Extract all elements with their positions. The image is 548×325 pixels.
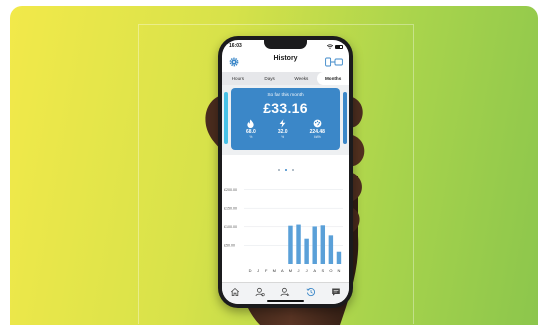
- carousel-dots: [222, 169, 349, 171]
- tab-hours[interactable]: Hours: [222, 72, 254, 85]
- hero-background: 16:03 History Hours Days Weeks Months So…: [10, 6, 538, 325]
- home-icon: [230, 287, 239, 296]
- bar-a-8[interactable]: [312, 226, 317, 264]
- x-tick-label: J: [306, 268, 308, 273]
- nav-profile[interactable]: [280, 287, 291, 298]
- tab-days[interactable]: Days: [254, 72, 286, 85]
- app-header: History: [222, 53, 349, 67]
- status-time: 16:03: [229, 43, 242, 49]
- nav-messages[interactable]: [331, 287, 342, 298]
- x-tick-label: S: [321, 268, 324, 273]
- chat-icon: [332, 288, 341, 296]
- gas-unit: %: [249, 135, 253, 139]
- energy-stat: 224.48 kWh: [310, 119, 325, 139]
- x-tick-label: J: [298, 268, 300, 273]
- nav-account[interactable]: [255, 287, 266, 298]
- summary-stats: 68.0 % 32.0 % 224.48 kWh: [231, 119, 340, 139]
- previous-card-edge[interactable]: [224, 92, 228, 144]
- tab-weeks[interactable]: Weeks: [286, 72, 318, 85]
- summary-subtitle: So far this month: [267, 93, 304, 98]
- y-tick-label: £100.00: [224, 225, 237, 229]
- x-tick-label: N: [338, 268, 341, 273]
- y-tick-label: £150.00: [224, 206, 237, 210]
- gauge-icon: [313, 119, 322, 128]
- next-card-edge[interactable]: [343, 92, 347, 144]
- nav-home[interactable]: [229, 287, 240, 298]
- bar-j-6[interactable]: [296, 224, 301, 264]
- bar-m-5[interactable]: [288, 225, 293, 264]
- x-tick-label: A: [281, 268, 284, 273]
- electricity-stat: 32.0 %: [278, 119, 288, 139]
- phone-device: 16:03 History Hours Days Weeks Months So…: [218, 36, 353, 308]
- x-tick-label: D: [249, 268, 252, 273]
- user-settings-icon: [281, 287, 290, 297]
- bar-n-11[interactable]: [336, 251, 342, 264]
- carousel-dot-active[interactable]: [284, 169, 287, 171]
- nav-history[interactable]: [305, 287, 316, 298]
- x-tick-label: J: [257, 268, 259, 273]
- energy-unit: kWh: [314, 135, 321, 139]
- bar-j-7[interactable]: [304, 238, 309, 264]
- x-tick-label: F: [265, 268, 268, 273]
- battery-icon: [335, 45, 343, 49]
- bar-s-9[interactable]: [320, 225, 326, 264]
- gas-stat: 68.0 %: [246, 119, 256, 139]
- y-tick-label: £200.00: [224, 188, 237, 192]
- monthly-cost-chart: £50.00£100.00£150.00£200.00D J F M A M J J A S O N: [224, 188, 343, 273]
- flame-icon: [247, 119, 255, 128]
- carousel-dot[interactable]: [291, 169, 294, 171]
- plug-device-icon[interactable]: [325, 54, 343, 67]
- lightning-icon: [279, 119, 286, 128]
- wifi-icon: [326, 43, 334, 51]
- electricity-unit: %: [281, 135, 285, 139]
- x-tick-label: M: [273, 268, 276, 273]
- carousel-dot[interactable]: [277, 169, 280, 171]
- summary-amount: £33.16: [263, 100, 308, 116]
- summary-card: So far this month £33.16 68.0 % 32.0 % 2…: [231, 88, 340, 150]
- period-tabs: Hours Days Weeks Months: [222, 72, 349, 85]
- bar-o-10[interactable]: [328, 235, 334, 264]
- y-tick-label: £50.00: [224, 244, 235, 248]
- x-tick-label: M: [289, 268, 292, 273]
- x-tick-label: O: [329, 268, 332, 273]
- phone-notch: [264, 40, 307, 49]
- history-icon: [306, 288, 315, 297]
- tab-months[interactable]: Months: [317, 72, 349, 85]
- user-icon: [255, 287, 265, 297]
- x-tick-label: A: [313, 268, 316, 273]
- home-indicator: [267, 300, 304, 302]
- app-screen: 16:03 History Hours Days Weeks Months So…: [222, 40, 349, 304]
